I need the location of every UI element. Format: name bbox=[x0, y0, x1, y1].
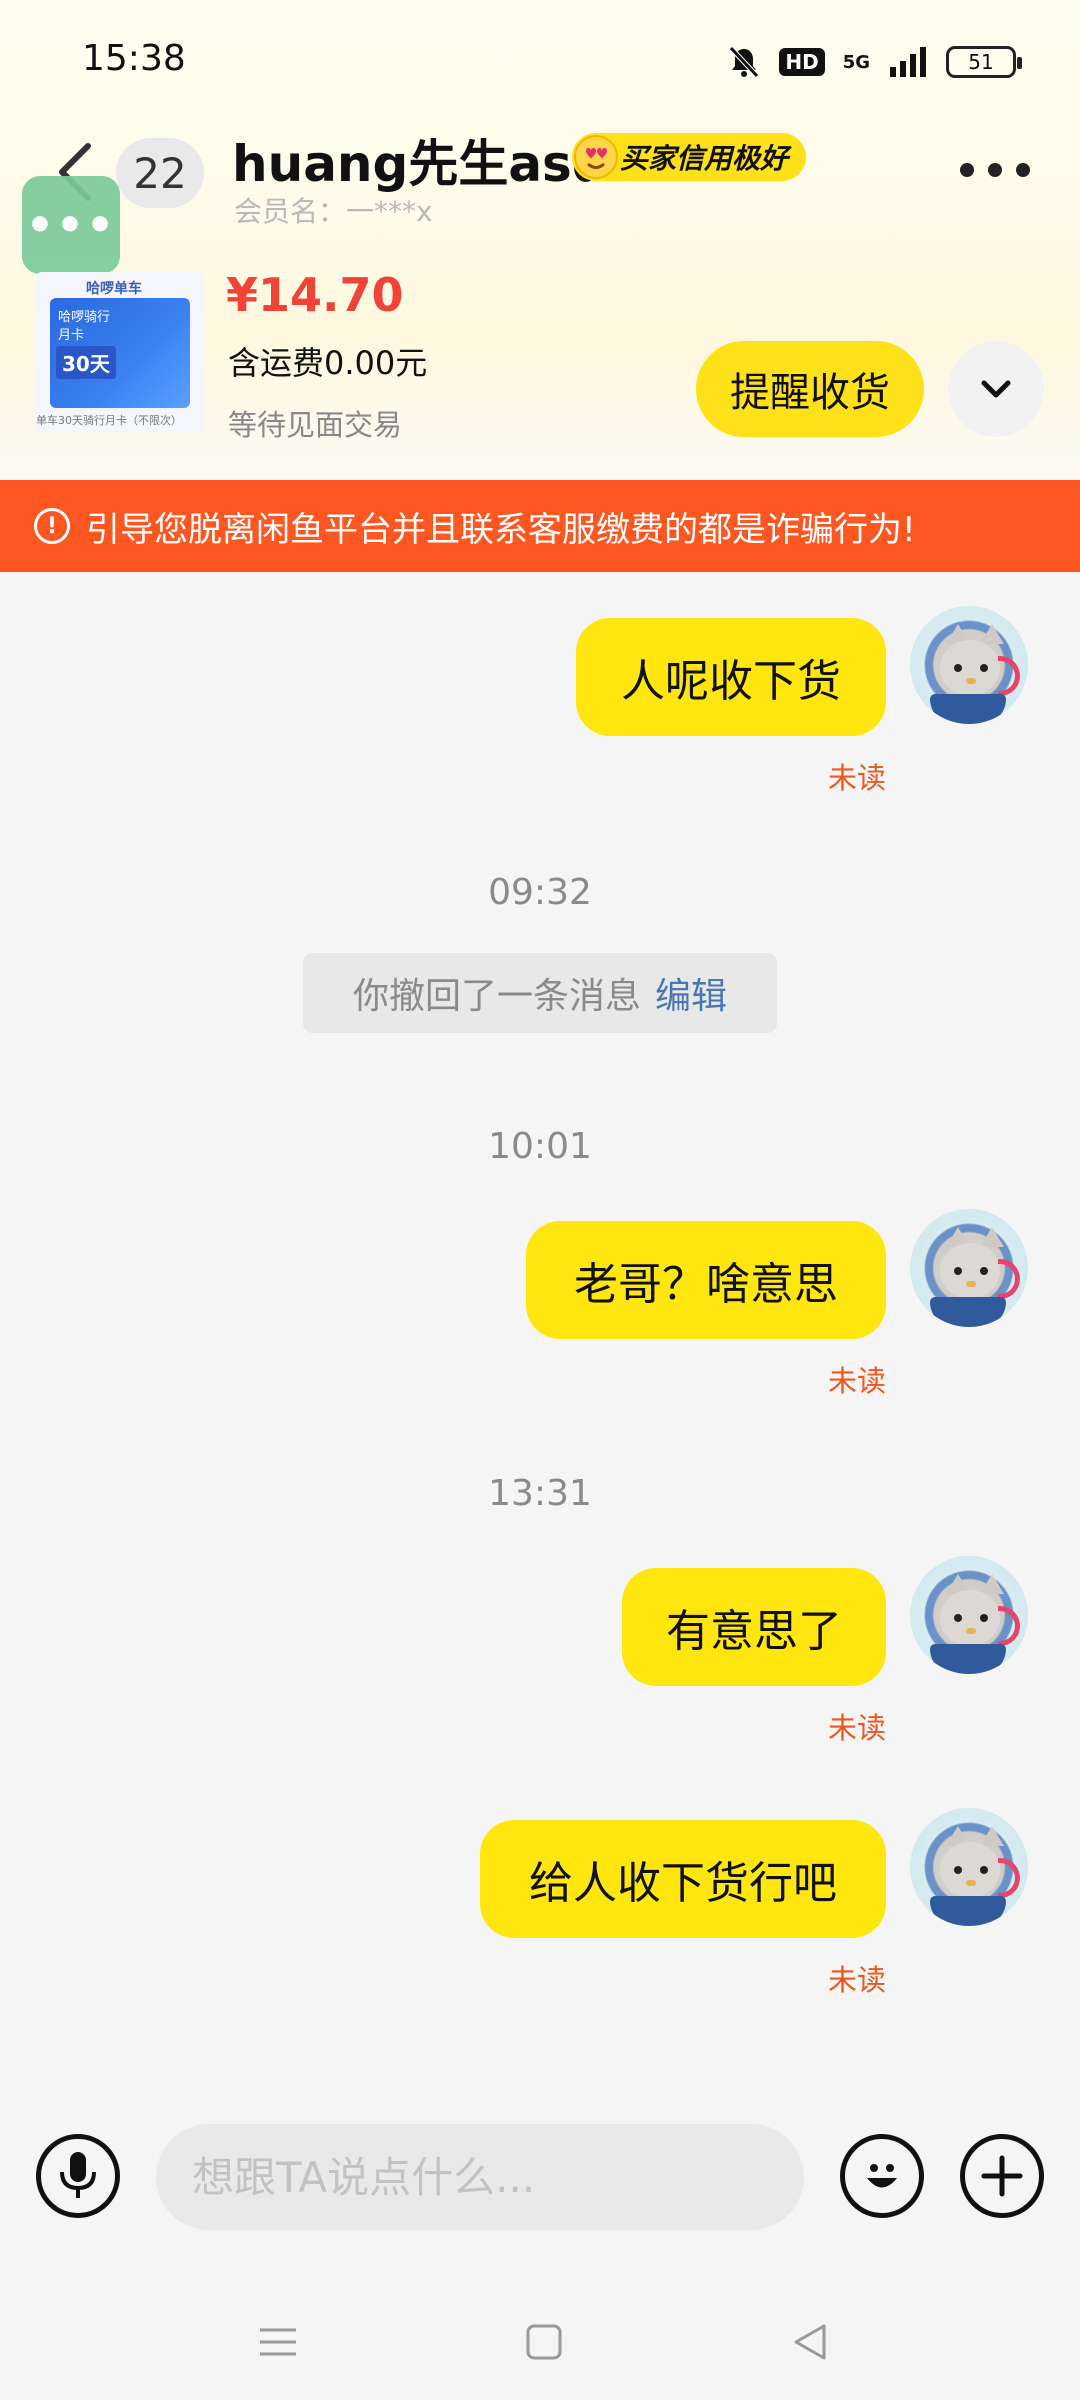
more-options-icon[interactable] bbox=[960, 150, 1030, 190]
product-thumb-card: 哈啰骑行 月卡 30天 bbox=[50, 298, 190, 408]
user-avatar[interactable] bbox=[910, 1808, 1028, 1926]
unread-count-badge[interactable]: 22 bbox=[116, 138, 204, 208]
microphone-icon bbox=[60, 2152, 96, 2198]
recall-edit-link[interactable]: 编辑 bbox=[655, 967, 727, 1019]
add-attachment-button[interactable] bbox=[960, 2134, 1044, 2218]
back-triangle-icon bbox=[794, 2324, 826, 2360]
signal-icon bbox=[890, 47, 926, 77]
emoji-button[interactable] bbox=[840, 2134, 924, 2218]
chat-timestamp: 10:01 bbox=[488, 1126, 592, 1167]
trade-status: 等待见面交易 bbox=[228, 408, 403, 442]
menu-icon bbox=[260, 2328, 296, 2356]
chevron-down-icon bbox=[981, 380, 1011, 398]
credit-badge: 买家信用极好 bbox=[572, 133, 807, 181]
product-thumbnail[interactable]: 哈啰单车 哈啰骑行 月卡 30天 单车30天骑行月卡（不限次） bbox=[36, 272, 204, 432]
warning-icon: ! bbox=[34, 508, 70, 544]
status-bar: 15:38 HD 5G 51 bbox=[0, 0, 1080, 120]
voice-input-button[interactable] bbox=[36, 2134, 120, 2218]
product-thumb-subtitle: 月卡 bbox=[58, 328, 85, 343]
mute-icon bbox=[729, 46, 760, 78]
floating-more-button[interactable]: ••• bbox=[22, 176, 120, 274]
recall-text: 你撤回了一条消息 bbox=[352, 976, 641, 1017]
hd-icon: HD bbox=[779, 48, 825, 76]
chat-message-bubble[interactable]: 老哥？啥意思 bbox=[526, 1221, 886, 1339]
signal-network-label: 5G bbox=[842, 51, 870, 73]
nav-home-button[interactable] bbox=[514, 2312, 574, 2372]
contact-name[interactable]: huang先生asd bbox=[232, 124, 608, 196]
status-icons: HD 5G 51 bbox=[727, 40, 1022, 84]
unread-status: 未读 bbox=[827, 761, 886, 795]
chat-message-bubble[interactable]: 人呢收下货 bbox=[576, 618, 886, 736]
unread-status: 未读 bbox=[827, 1963, 886, 1997]
user-avatar[interactable] bbox=[910, 1209, 1028, 1327]
expand-button[interactable] bbox=[948, 341, 1044, 437]
unread-status: 未读 bbox=[827, 1711, 886, 1745]
message-input[interactable] bbox=[156, 2124, 804, 2230]
product-thumb-days: 30天 bbox=[56, 346, 116, 379]
chat-timestamp: 09:32 bbox=[488, 872, 592, 913]
status-time: 15:38 bbox=[82, 38, 186, 79]
emoji-icon bbox=[867, 2164, 897, 2188]
product-thumb-caption: 单车30天骑行月卡（不限次） bbox=[36, 414, 182, 427]
chat-timestamp: 13:31 bbox=[488, 1473, 592, 1514]
user-avatar[interactable] bbox=[910, 606, 1028, 724]
unread-status: 未读 bbox=[827, 1364, 886, 1398]
product-price: ¥14.70 bbox=[226, 268, 404, 322]
battery-icon: 51 bbox=[946, 46, 1022, 78]
shipping-fee: 含运费0.00元 bbox=[228, 344, 428, 382]
user-avatar[interactable] bbox=[910, 1556, 1028, 1674]
heart-eyes-emoji-icon bbox=[574, 135, 618, 179]
product-thumb-title: 哈啰骑行 bbox=[58, 310, 111, 325]
member-name: 会员名：一***x bbox=[234, 195, 433, 228]
fraud-warning-bar: ! 引导您脱离闲鱼平台并且联系客服缴费的都是诈骗行为! bbox=[0, 480, 1080, 572]
fraud-warning-text: 引导您脱离闲鱼平台并且联系客服缴费的都是诈骗行为! bbox=[86, 509, 916, 550]
nav-back-button[interactable] bbox=[780, 2312, 840, 2372]
chat-message-bubble[interactable]: 有意思了 bbox=[622, 1568, 886, 1686]
plus-icon bbox=[981, 2155, 1023, 2197]
nav-menu-button[interactable] bbox=[248, 2312, 308, 2372]
battery-level: 51 bbox=[968, 50, 994, 74]
home-square-icon bbox=[526, 2324, 562, 2360]
remind-receipt-button[interactable]: 提醒收货 bbox=[696, 341, 924, 437]
recall-notice: 你撤回了一条消息 编辑 bbox=[303, 953, 777, 1033]
chat-message-bubble[interactable]: 给人收下货行吧 bbox=[480, 1820, 886, 1938]
product-thumb-brand: 哈啰单车 bbox=[86, 281, 142, 297]
credit-badge-label: 买家信用极好 bbox=[620, 142, 789, 175]
